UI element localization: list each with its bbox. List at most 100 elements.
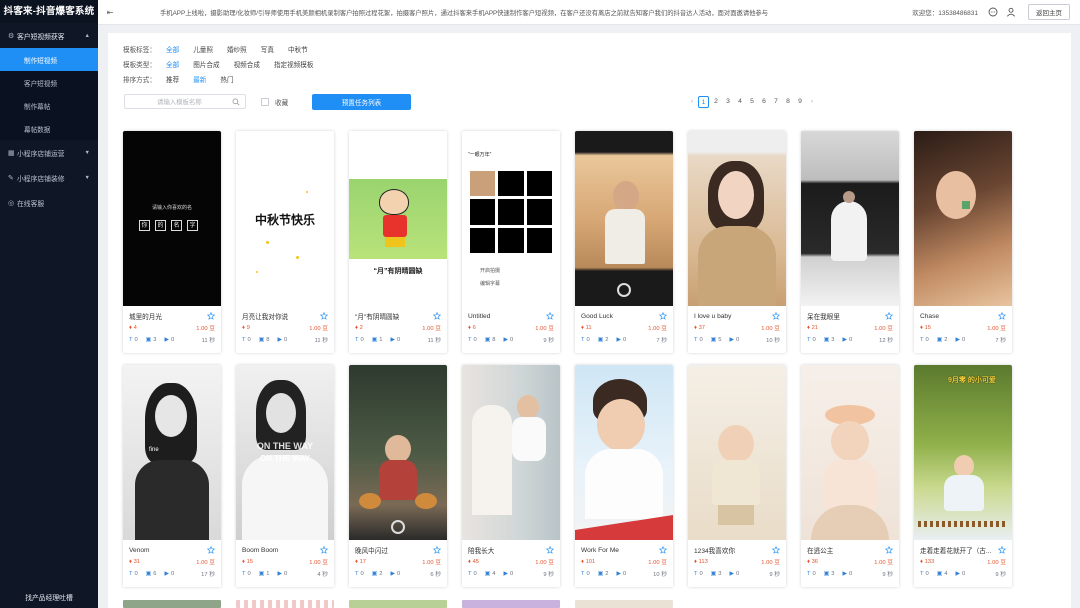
sidebar-item-customer-video[interactable]: 客户短视频 [0,71,98,94]
favorite-star-icon[interactable] [320,546,328,554]
favorite-star-icon[interactable] [998,312,1006,320]
notice-marquee: 手机APP上线啦，摄影助理/化妆师/引导师使用手机美颜相机录制客户拍照过程花絮，… [160,9,769,17]
back-home-button[interactable]: 返回主页 [1028,4,1070,20]
template-thumbnail[interactable]: “月”有阴晴圆缺 [349,131,447,306]
sort-option-newest[interactable]: 最新 [193,74,206,84]
user-icon[interactable] [1005,6,1017,18]
tag-option-kids[interactable]: 儿童照 [193,44,213,54]
template-card[interactable]: Good Luck ♦ 11 1.00 豆 T 0 ▣ 2 ▶ 0 7 秒 [575,131,673,353]
template-thumbnail[interactable]: 9月零 的小可爱 [914,365,1012,540]
template-card[interactable]: 中秋节快乐 月亮让我对你说 ♦ 9 1.00 豆 T 0 ▣ 8 ▶ 0 11 秒 [236,131,334,353]
type-option-all[interactable]: 全部 [166,59,179,69]
favorite-star-icon[interactable] [659,312,667,320]
template-card[interactable]: 9月零 的小可爱 走着走着花就开了（古... ♦ 133 1.00 豆 T 0 ▣ 4 ▶… [914,365,1012,587]
template-thumbnail[interactable] [575,131,673,306]
sidebar-item-make-video[interactable]: 制作短视频 [0,48,98,71]
favorite-star-icon[interactable] [433,312,441,320]
template-thumbnail[interactable] [801,365,899,540]
sort-option-hot[interactable]: 热门 [220,74,233,84]
template-card[interactable]: I love u baby ♦ 37 1.00 豆 T 0 ▣ 5 ▶ 0 10 秒 [688,131,786,353]
template-card-peek[interactable] [236,600,334,608]
page-2[interactable]: 2 [710,96,722,108]
favorite-star-icon[interactable] [885,546,893,554]
filter-label: 模板标签： [123,47,156,54]
search-input[interactable]: 请输入模板名称 [124,94,246,109]
collapse-sidebar-icon[interactable]: ⇤ [102,8,118,17]
sort-option-recommended[interactable]: 推荐 [166,74,179,84]
page-1[interactable]: 1 [698,96,709,108]
next-page-button[interactable]: › [806,96,818,108]
heat-count: ♦ 133 [920,558,935,565]
tag-option-portrait[interactable]: 写真 [261,44,274,54]
template-thumbnail[interactable] [462,365,560,540]
favorite-star-icon[interactable] [772,546,780,554]
type-option-image[interactable]: 图片合成 [193,59,219,69]
template-thumbnail[interactable] [914,131,1012,306]
favorites-checkbox[interactable]: 收藏 [261,97,288,107]
tag-option-wedding[interactable]: 婚纱照 [227,44,247,54]
template-thumbnail[interactable]: fine [123,365,221,540]
sidebar-item-poster-data[interactable]: 幕帖数据 [0,117,98,140]
page-7[interactable]: 7 [770,96,782,108]
feedback-link[interactable]: 找产品经理吐槽 [0,592,98,606]
text-count: T0 [694,336,703,343]
template-card[interactable]: 晚风中闪过 ♦ 17 1.00 豆 T 0 ▣ 2 ▶ 0 6 秒 [349,365,447,587]
template-thumbnail[interactable] [688,131,786,306]
template-card[interactable]: 呆在我眼里 ♦ 21 1.00 豆 T 0 ▣ 3 ▶ 0 12 秒 [801,131,899,353]
favorite-star-icon[interactable] [546,546,554,554]
template-card[interactable]: 1234我喜欢你 ♦ 113 1.00 豆 T 0 ▣ 3 ▶ 0 9 秒 [688,365,786,587]
type-option-fixed[interactable]: 指定视频模板 [274,59,314,69]
sidebar-item-make-poster[interactable]: 制作幕帖 [0,94,98,117]
page-6[interactable]: 6 [758,96,770,108]
template-card[interactable]: Chase ♦ 15 1.00 豆 T 0 ▣ 2 ▶ 0 7 秒 [914,131,1012,353]
template-card-peek[interactable] [462,600,560,608]
favorite-star-icon[interactable] [998,546,1006,554]
favorite-star-icon[interactable] [546,312,554,320]
nav-group-video-acquisition[interactable]: ⚙ 客户短视频获客 ▲ [0,23,98,48]
template-card[interactable]: 在逃公主 ♦ 36 1.00 豆 T 0 ▣ 3 ▶ 0 9 秒 [801,365,899,587]
tag-option-all[interactable]: 全部 [166,44,179,54]
prev-page-button[interactable]: ‹ [686,96,698,108]
preset-task-list-button[interactable]: 预置任务列表 [312,94,411,110]
template-card[interactable]: Work For Me ♦ 101 1.00 豆 T 0 ▣ 2 ▶ 0 10 秒 [575,365,673,587]
template-thumbnail[interactable] [688,365,786,540]
favorite-star-icon[interactable] [659,546,667,554]
template-thumbnail[interactable] [801,131,899,306]
template-thumbnail[interactable]: 中秋节快乐 [236,131,334,306]
template-thumbnail[interactable]: ON THE WAY ON THE WAY [236,365,334,540]
tag-option-midautumn[interactable]: 中秋节 [288,44,308,54]
nav-group-online-service[interactable]: ◎ 在线客服 [0,190,98,215]
favorite-star-icon[interactable] [885,312,893,320]
favorite-star-icon[interactable] [207,546,215,554]
template-thumbnail[interactable]: “一眼万年” 开启拍摄 编辑字幕 [462,131,560,306]
page-4[interactable]: 4 [734,96,746,108]
page-3[interactable]: 3 [722,96,734,108]
template-card[interactable]: ON THE WAY ON THE WAY Boom Boom ♦ 15 1.00… [236,365,334,587]
type-filter: 模板类型： 全部 图片合成 视频合成 指定视频模板 [123,59,328,69]
message-icon[interactable] [987,6,999,18]
type-option-video[interactable]: 视频合成 [234,59,260,69]
heat-count: ♦ 45 [468,558,480,565]
page-5[interactable]: 5 [746,96,758,108]
checkbox-box[interactable] [261,98,269,106]
template-card-peek[interactable] [123,600,221,608]
nav-group-store-ops[interactable]: ▦ 小程序店铺运营 ▼ [0,140,98,165]
favorite-star-icon[interactable] [320,312,328,320]
nav-group-store-decor[interactable]: ✎ 小程序店铺装修 ▼ [0,165,98,190]
favorite-star-icon[interactable] [772,312,780,320]
template-thumbnail[interactable] [349,365,447,540]
template-card[interactable]: “一眼万年” 开启拍摄 编辑字幕 Untitled ♦ 6 1.00 豆 T 0 ▣ 8… [462,131,560,353]
favorite-star-icon[interactable] [207,312,215,320]
template-card[interactable]: 陪我长大 ♦ 45 1.00 豆 T 0 ▣ 4 ▶ 0 9 秒 [462,365,560,587]
search-icon[interactable] [232,98,240,106]
favorite-star-icon[interactable] [433,546,441,554]
template-card[interactable]: 请输入你喜欢的名 你 的 名 字 城里的月光 ♦ 4 1.00 豆 T 0 ▣ 3 ▶ 0 1… [123,131,221,353]
template-thumbnail[interactable] [575,365,673,540]
template-card-peek[interactable] [575,600,673,608]
template-thumbnail[interactable]: 请输入你喜欢的名 你 的 名 字 [123,131,221,306]
page-8[interactable]: 8 [782,96,794,108]
template-card[interactable]: “月”有阴晴圆缺 "月"有阴晴圆缺 ♦ 2 1.00 豆 T 0 ▣ 1 ▶ 0 11 秒 [349,131,447,353]
template-card[interactable]: fine Venom ♦ 31 1.00 豆 T 0 ▣ 6 ▶ 0 17 秒 [123,365,221,587]
page-9[interactable]: 9 [794,96,806,108]
template-card-peek[interactable] [349,600,447,608]
